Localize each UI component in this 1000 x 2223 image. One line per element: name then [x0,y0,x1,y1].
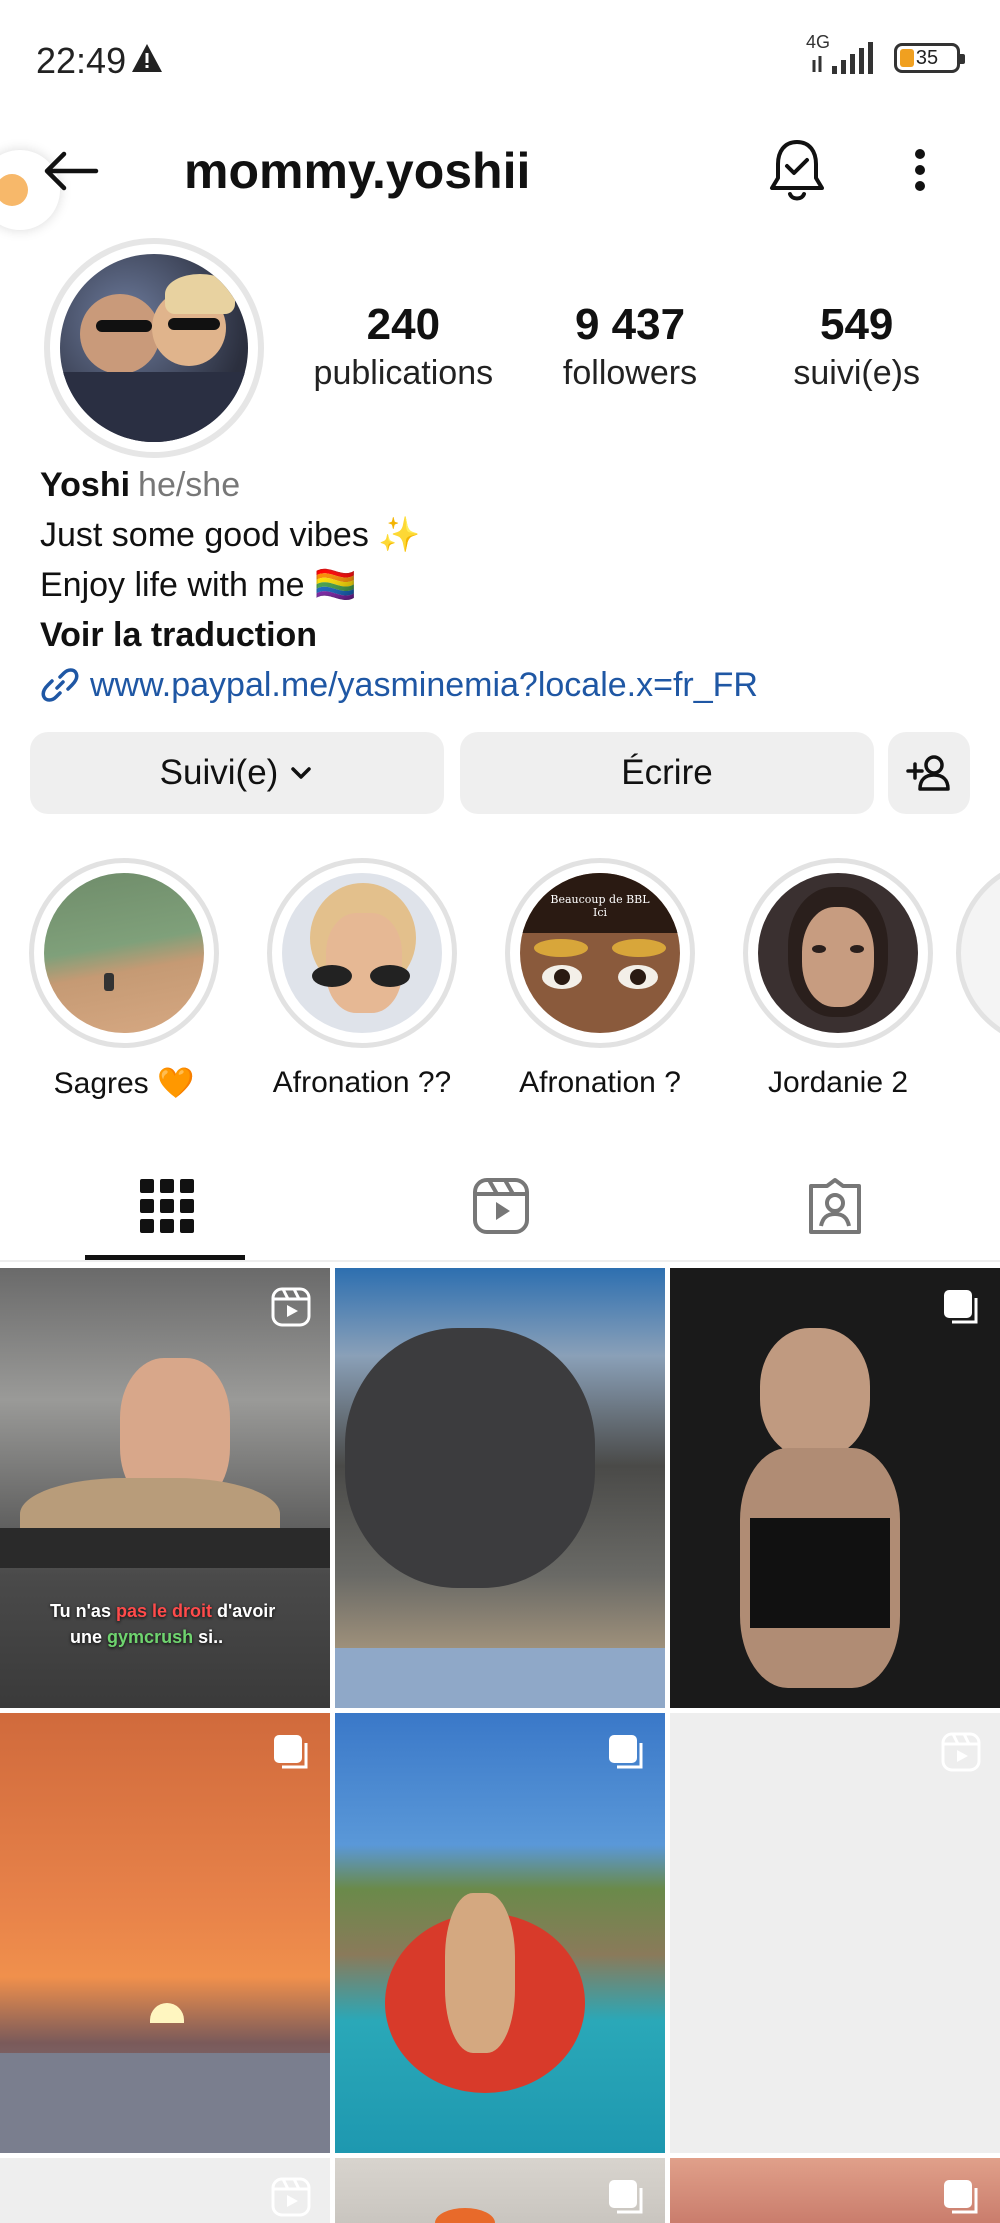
highlight-cover [282,873,442,1033]
stat-label: followers [562,354,698,392]
following-button[interactable]: Suivi(e) [30,732,444,814]
highlight-item[interactable]: Beaucoup de BBL Ici Afronation ? [480,858,720,1100]
profile-header: mommy.yoshii [0,120,1000,220]
highlight-item[interactable]: Sagres 🧡 [4,858,244,1101]
carousel-icon [609,2180,643,2214]
post-thumbnail[interactable] [670,1268,1000,1708]
highlight-label: Afronation ? [519,1066,681,1099]
carousel-icon [609,1735,643,1769]
bio-name-line: Yoshi he/she [40,460,970,510]
caption-text: une [70,1627,103,1647]
story-highlights: Sagres 🧡 Afronation ?? Beaucoup de BBL I… [0,858,1000,1108]
profile-avatar[interactable] [44,238,264,458]
tagged-icon [809,1178,861,1234]
pronouns: he/she [138,466,241,504]
highlight-label: Afronation ?? [272,1066,452,1099]
carousel-icon [944,2180,978,2214]
carousel-icon [944,1290,978,1324]
bio-website-link[interactable]: www.paypal.me/yasminemia?locale.x=fr_FR [40,660,970,710]
highlight-cover: Beaucoup de BBL Ici [520,873,680,1033]
post-caption-overlay: Tu n'as pas le droit d'avoir une gymcrus… [50,1598,275,1650]
post-thumbnail[interactable] [0,1713,330,2153]
tab-reels[interactable] [334,1150,668,1262]
status-time: 22:49 [36,40,127,81]
post-thumbnail[interactable]: Tu n'as pas le droit d'avoir une gymcrus… [0,1268,330,1708]
status-bar: 22:49 4G 35 [0,0,1000,120]
highlight-label: Jordanie 2 [767,1066,909,1099]
following-label: Suivi(e) [159,753,279,792]
status-indicators: 4G 35 [806,32,965,78]
highlight-cover [758,873,918,1033]
battery-level: 35 [915,46,939,69]
profile-stats: 240 publications 9 437 followers 549 sui… [290,300,970,393]
caption-text: pas le droit [115,1601,212,1621]
reel-icon [271,1287,311,1327]
highlight-item[interactable]: Jordanie 2 [718,858,958,1100]
highlight-overlay-text: Beaucoup de BBL Ici [550,893,650,919]
avatar-image [60,254,248,442]
bio-line: Just some good vibes ✨ [40,516,421,554]
profile-actions: Suivi(e) Écrire [30,732,970,814]
stat-label: suivi(e)s [793,354,920,392]
tab-tagged[interactable] [668,1150,1000,1262]
see-translation-link[interactable]: Voir la traduction [40,610,970,660]
message-button[interactable]: Écrire [460,732,874,814]
display-name: Yoshi [40,466,131,504]
back-arrow-icon[interactable] [38,138,104,204]
message-label: Écrire [621,753,713,792]
profile-bio: Yoshi he/she Just some good vibes ✨ Enjoy… [40,460,970,710]
post-thumbnail[interactable] [670,2158,1000,2223]
stat-publications[interactable]: 240 publications [290,300,517,393]
battery-icon: 35 [894,43,965,73]
more-options-icon[interactable] [900,134,940,206]
tab-posts-grid[interactable] [0,1150,334,1262]
grid-icon [140,1179,194,1233]
suggested-users-button[interactable] [888,732,970,814]
reel-icon [271,2177,311,2217]
notification-bell-icon[interactable] [764,134,830,206]
reels-icon [473,1178,529,1234]
stat-label: publications [313,354,494,392]
stat-value: 9 437 [574,300,686,349]
signal-icon: 4G [806,32,880,78]
reel-icon [941,1732,981,1772]
stat-following[interactable]: 549 suivi(e)s [743,300,970,393]
warning-icon [132,44,162,72]
post-thumbnail[interactable] [0,2158,330,2223]
highlight-item[interactable] [956,858,1000,1048]
highlight-label: Sagres 🧡 [53,1067,195,1100]
post-thumbnail[interactable] [335,1713,665,2153]
add-user-icon [906,755,950,791]
bio-line: Enjoy life with me 🏳️‍🌈 [40,566,357,604]
profile-tabs [0,1150,1000,1262]
stat-value: 240 [366,300,441,349]
profile-username: mommy.yoshii [184,143,531,199]
post-thumbnail[interactable] [670,1713,1000,2153]
stat-followers[interactable]: 9 437 followers [517,300,744,393]
link-icon [41,668,79,702]
post-thumbnail[interactable] [335,2158,665,2223]
caption-text: gymcrush [107,1627,194,1647]
stat-value: 549 [819,300,894,349]
caption-text: d'avoir [217,1601,276,1621]
post-thumbnail[interactable] [335,1268,665,1708]
highlight-cover [44,873,204,1033]
active-tab-indicator [85,1255,245,1260]
carousel-icon [274,1735,308,1769]
highlight-item[interactable]: Afronation ?? [242,858,482,1100]
caption-text: si.. [198,1627,224,1647]
caption-text: Tu n'as [50,1601,111,1621]
chevron-down-icon [291,767,312,779]
website-url: www.paypal.me/yasminemia?locale.x=fr_FR [90,666,758,704]
